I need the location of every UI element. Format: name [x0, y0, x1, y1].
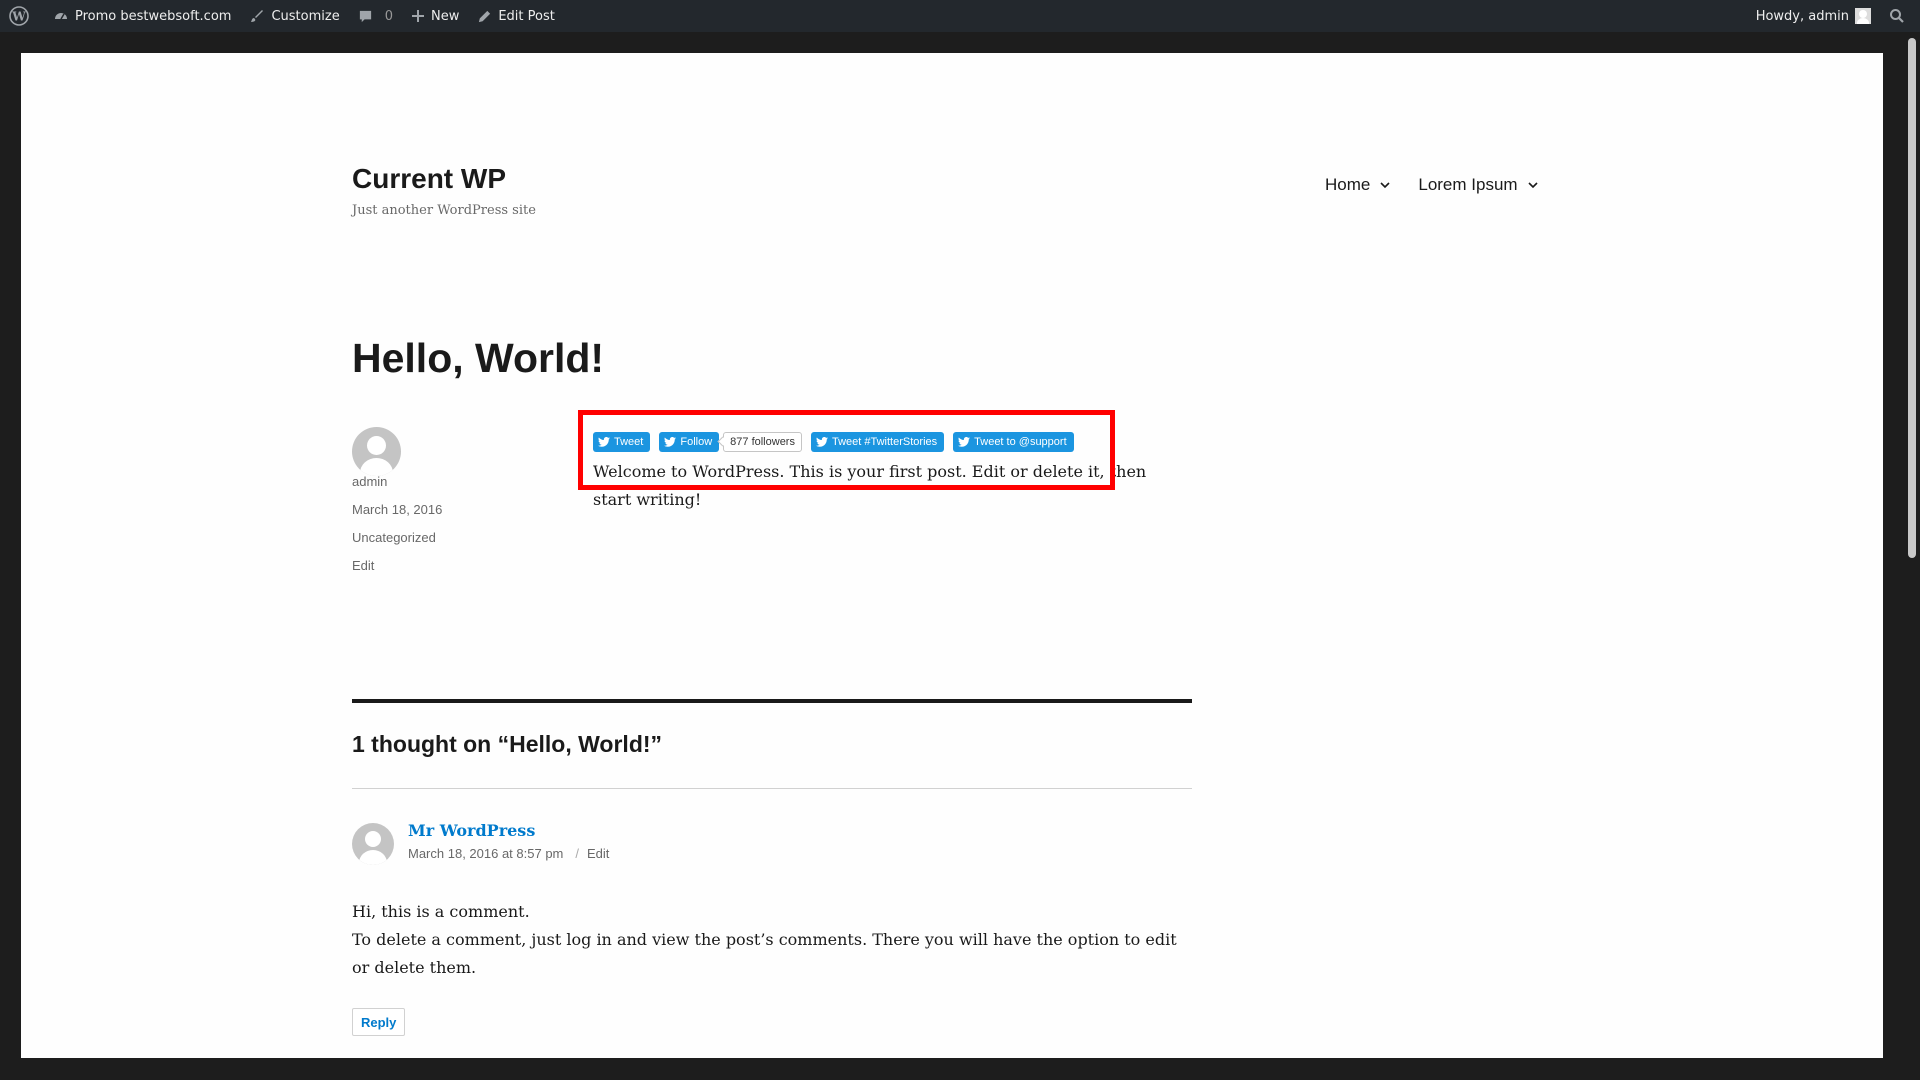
my-account-link[interactable]: Howdy, admin: [1747, 0, 1880, 32]
comment-avatar: [352, 823, 394, 865]
avatar: [1855, 8, 1871, 24]
reply-button[interactable]: Reply: [352, 1008, 406, 1036]
plus-icon: [411, 10, 424, 22]
chevron-down-icon: [1380, 181, 1390, 188]
tweet-button[interactable]: Tweet: [593, 432, 651, 452]
scrollbar-thumb[interactable]: [1908, 38, 1916, 558]
edit-post-label: Edit Post: [498, 8, 555, 24]
comment-date-link[interactable]: March 18, 2016 at 8:57 pm: [408, 846, 563, 861]
comment-body: Hi, this is a comment. To delete a comme…: [352, 898, 1197, 982]
admin-bar: W Promo bestwebsoft.com Customize 0 New …: [0, 0, 1920, 32]
comments-title-divider: [352, 788, 1192, 789]
post-author-link[interactable]: admin: [352, 474, 387, 489]
new-content-link[interactable]: New: [402, 0, 468, 32]
page-frame: Current WP Just another WordPress site H…: [21, 53, 1883, 1058]
comments-link[interactable]: 0: [349, 0, 402, 32]
nav-item-label: Home: [1325, 175, 1371, 194]
follow-label: Follow: [680, 436, 713, 448]
brush-icon: [251, 10, 264, 22]
site-title[interactable]: Current WP: [352, 163, 506, 195]
customize-link[interactable]: Customize: [240, 0, 348, 32]
comments-divider: [352, 699, 1192, 703]
scrollbar[interactable]: [1904, 32, 1920, 1080]
wordpress-icon: W: [9, 6, 29, 26]
post-date-link[interactable]: March 18, 2016: [352, 502, 442, 517]
nav-item-lorem-ipsum[interactable]: Lorem Ipsum: [1418, 175, 1538, 195]
nav-item-label: Lorem Ipsum: [1418, 175, 1518, 194]
comment-line: To delete a comment, just log in and vie…: [352, 930, 1177, 977]
customize-label: Customize: [271, 8, 340, 24]
post-content: Welcome to WordPress. This is your first…: [593, 462, 1147, 509]
post-category-link[interactable]: Uncategorized: [352, 530, 436, 545]
comments-title: 1 thought on “Hello, World!”: [352, 731, 663, 757]
admin-search-button[interactable]: [1880, 0, 1920, 32]
site-description: Just another WordPress site: [352, 203, 536, 218]
tweet-hashtag-label: Tweet #TwitterStories: [831, 436, 938, 448]
tweet-hashtag-button[interactable]: Tweet #TwitterStories: [810, 432, 945, 452]
comments-count: 0: [384, 8, 393, 24]
comment-icon: [359, 10, 371, 22]
tweet-mention-label: Tweet to @support: [974, 436, 1067, 448]
twitter-share-bar: Tweet Follow 877 followers Tweet #Twitte…: [593, 432, 1083, 452]
twitter-bird-icon: [958, 437, 971, 447]
howdy-label: Howdy, admin: [1755, 8, 1849, 24]
svg-text:W: W: [11, 10, 26, 24]
nav-item-home[interactable]: Home: [1325, 175, 1390, 195]
post-edit-link[interactable]: Edit: [352, 558, 374, 573]
tweet-label: Tweet: [614, 436, 644, 448]
wp-logo-button[interactable]: W: [0, 0, 44, 32]
post-title: Hello, World!: [352, 335, 605, 381]
follow-group: Follow 877 followers: [659, 432, 802, 452]
twitter-bird-icon: [815, 437, 828, 447]
twitter-bird-icon: [664, 437, 677, 447]
new-label: New: [430, 8, 460, 24]
tweet-mention-button[interactable]: Tweet to @support: [953, 432, 1074, 452]
search-icon: [1890, 9, 1904, 23]
main-navigation: Home Lorem Ipsum: [1325, 175, 1538, 195]
comment-author-link[interactable]: Mr WordPress: [408, 821, 535, 840]
comment-line: Hi, this is a comment.: [352, 902, 530, 921]
comment-edit-link[interactable]: Edit: [587, 846, 609, 861]
meta-separator: /: [575, 846, 579, 861]
pencil-icon: [479, 10, 491, 22]
site-name-label: Promo bestwebsoft.com: [75, 8, 232, 24]
followers-label: 877 followers: [730, 436, 795, 448]
comment-meta: March 18, 2016 at 8:57 pm / Edit: [408, 846, 609, 861]
site-name-link[interactable]: Promo bestwebsoft.com: [44, 0, 240, 32]
chevron-down-icon: [1527, 181, 1538, 188]
edit-post-link[interactable]: Edit Post: [468, 0, 564, 32]
followers-count[interactable]: 877 followers: [723, 432, 802, 452]
dashboard-icon: [55, 13, 67, 20]
twitter-bird-icon: [598, 437, 610, 447]
author-avatar: [352, 427, 401, 476]
follow-button[interactable]: Follow: [659, 432, 720, 452]
